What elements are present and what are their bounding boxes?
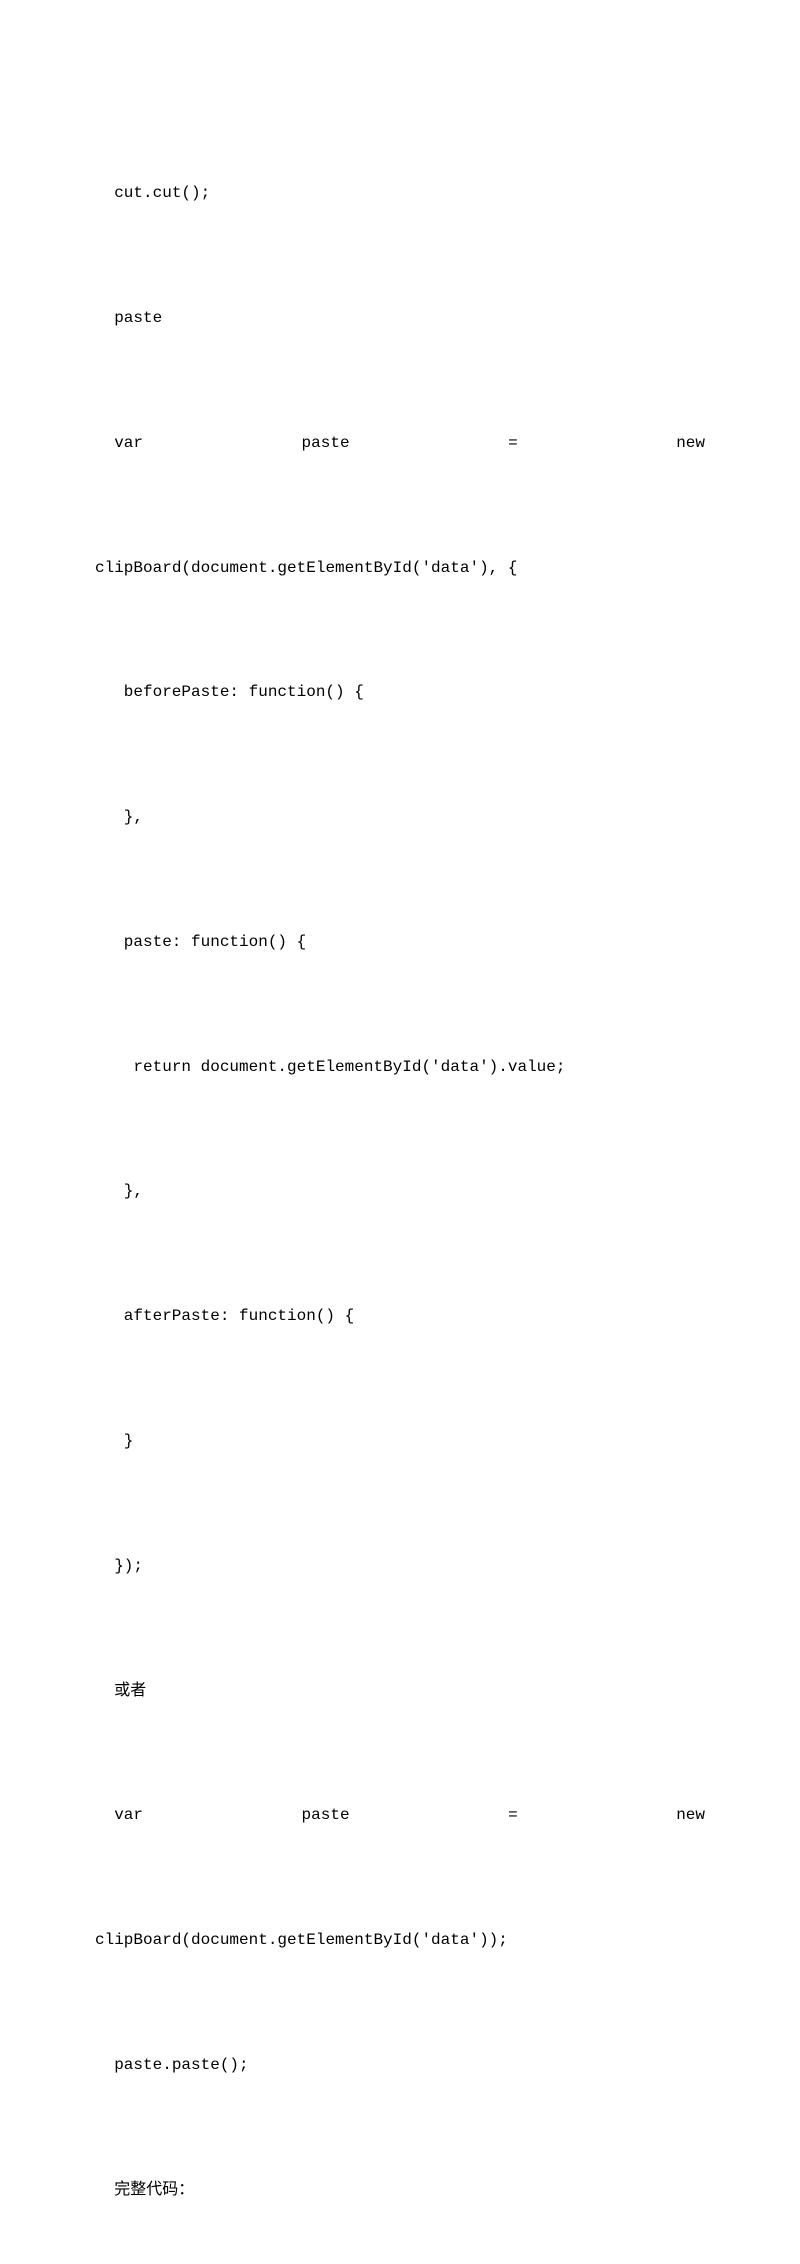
code-line: afterPaste: function() { (95, 1296, 705, 1338)
code-document: cut.cut(); paste var paste = new clipBoa… (95, 90, 705, 2264)
token: new (676, 423, 705, 465)
code-line: paste.paste(); (95, 2045, 705, 2087)
token: paste (302, 1795, 350, 1837)
token: paste (302, 423, 350, 465)
token: var (114, 1795, 143, 1837)
code-line: clipBoard(document.getElementById('data'… (95, 1920, 705, 1962)
code-line: paste: function() { (95, 922, 705, 964)
code-line: 完整代码： (95, 2170, 705, 2212)
code-line: clipBoard(document.getElementById('data'… (95, 548, 705, 590)
token: = (508, 423, 518, 465)
code-line: }); (95, 1546, 705, 1588)
code-line: return document.getElementById('data').v… (95, 1047, 705, 1089)
code-line: paste (95, 298, 705, 340)
token: var (114, 423, 143, 465)
code-line: }, (95, 797, 705, 839)
code-line: cut.cut(); (95, 173, 705, 215)
code-line: }, (95, 1171, 705, 1213)
code-line: 或者 (95, 1671, 705, 1713)
code-line: var paste = new (95, 423, 705, 465)
code-line: var paste = new (95, 1795, 705, 1837)
code-line: beforePaste: function() { (95, 672, 705, 714)
token: new (676, 1795, 705, 1837)
code-line: } (95, 1421, 705, 1463)
token: = (508, 1795, 518, 1837)
